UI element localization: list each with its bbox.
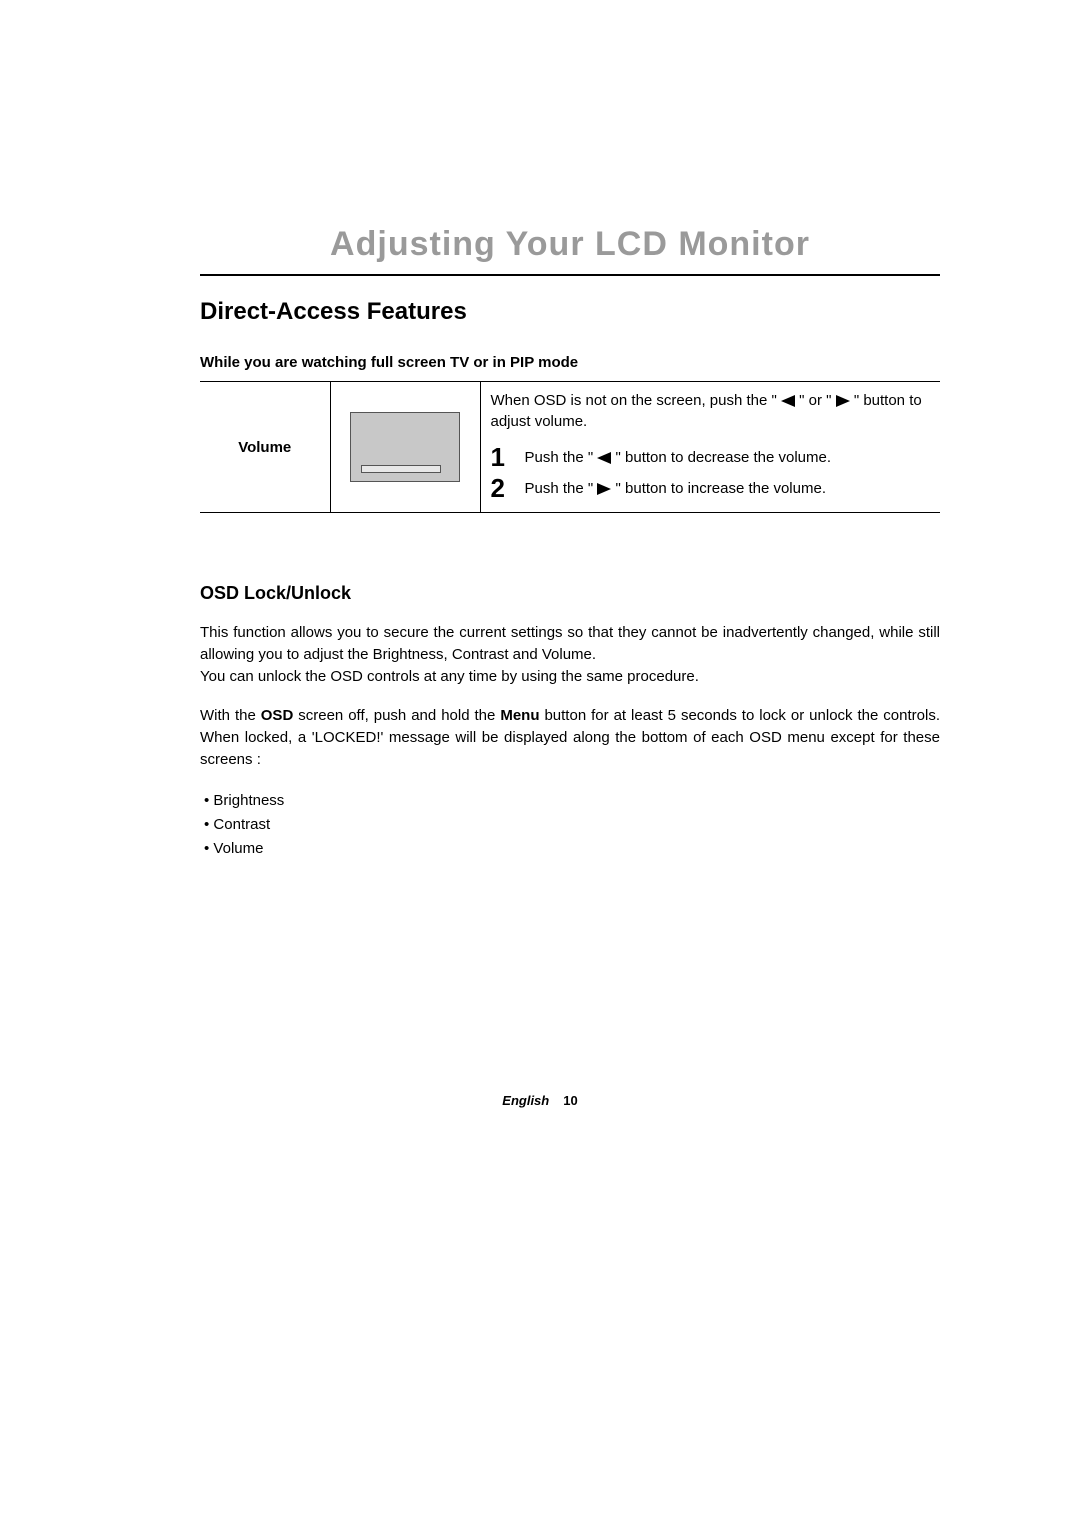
feature-thumbnail-cell	[330, 382, 480, 513]
exception-list: Brightness Contrast Volume	[200, 789, 940, 861]
right-arrow-icon	[836, 395, 850, 407]
chapter-title: Adjusting Your LCD Monitor	[200, 225, 940, 264]
section-title: Direct-Access Features	[200, 298, 940, 326]
right-arrow-icon	[597, 483, 611, 495]
list-item: Brightness	[204, 789, 940, 813]
step-number: 1	[491, 442, 525, 473]
volume-thumbnail	[350, 412, 460, 482]
osd-paragraph-2: With the OSD screen off, push and hold t…	[200, 705, 940, 770]
feature-table: Volume When OSD is not on the screen, pu…	[200, 381, 940, 513]
osd-paragraph-1: This function allows you to secure the c…	[200, 622, 940, 687]
footer-page-number: 10	[563, 1093, 577, 1108]
step-1: 1 Push the " " button to decrease the vo…	[491, 442, 832, 473]
feature-label: Volume	[200, 382, 330, 513]
step-text: Push the " " button to increase the volu…	[525, 473, 832, 504]
step-text: Push the " " button to decrease the volu…	[525, 442, 832, 473]
list-item: Contrast	[204, 813, 940, 837]
title-underline	[200, 274, 940, 276]
subsection-intro: While you are watching full screen TV or…	[200, 354, 940, 371]
feature-description: When OSD is not on the screen, push the …	[480, 382, 940, 513]
page-footer: English 10	[0, 1093, 1080, 1108]
table-row: Volume When OSD is not on the screen, pu…	[200, 382, 940, 513]
bold-osd: OSD	[261, 707, 294, 724]
step-2: 2 Push the " " button to increase the vo…	[491, 473, 832, 504]
list-item: Volume	[204, 837, 940, 861]
left-arrow-icon	[781, 395, 795, 407]
osd-heading: OSD Lock/Unlock	[200, 583, 940, 604]
step-number: 2	[491, 473, 525, 504]
footer-language: English	[502, 1093, 549, 1108]
volume-bar-graphic	[361, 465, 441, 473]
feature-intro-text: When OSD is not on the screen, push the …	[491, 390, 931, 432]
left-arrow-icon	[597, 452, 611, 464]
bold-menu: Menu	[500, 707, 539, 724]
